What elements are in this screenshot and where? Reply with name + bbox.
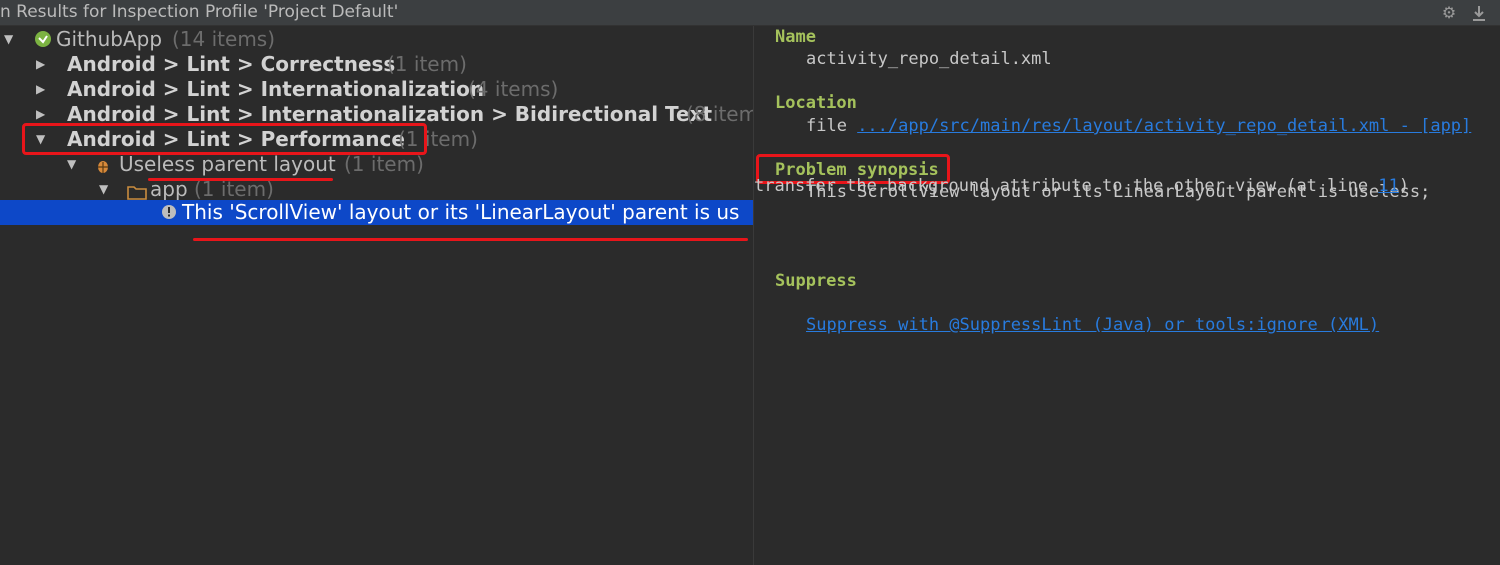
problem-description-overflow: transfer the background attribute to the… <box>754 174 1409 199</box>
category-count: (1 item) <box>387 52 467 76</box>
inspection-title: n Results for Inspection Profile 'Projec… <box>0 2 399 22</box>
location-link[interactable]: .../app/src/main/res/layout/activity_rep… <box>857 116 1471 136</box>
expand-arrow-icon[interactable]: ▶ <box>36 58 48 70</box>
annotation-underline <box>193 238 748 241</box>
name-heading: Name <box>775 27 816 47</box>
root-count: (14 items) <box>172 27 276 51</box>
tree-node-problem-selected[interactable]: This 'ScrollView' layout or its 'LinearL… <box>0 200 753 225</box>
line-suffix: ) <box>1398 176 1410 196</box>
expand-arrow-icon[interactable]: ▼ <box>67 158 79 170</box>
expand-arrow-icon[interactable]: ▶ <box>36 108 48 120</box>
info-icon <box>161 204 177 224</box>
issue-label: Useless parent layout <box>119 152 336 176</box>
root-label: GithubApp <box>56 27 163 51</box>
expand-arrow-icon[interactable]: ▶ <box>36 83 48 95</box>
location-prefix: file <box>806 116 858 136</box>
category-path: Android > Lint > Correctness <box>67 52 396 76</box>
annotation-box <box>22 123 427 155</box>
name-value: activity_repo_detail.xml <box>806 49 1052 69</box>
inspection-toolbar: n Results for Inspection Profile 'Projec… <box>0 0 1500 26</box>
category-count: (4 items) <box>468 77 559 101</box>
annotation-underline <box>148 178 333 181</box>
bug-icon <box>95 155 111 180</box>
location-heading: Location <box>775 93 857 113</box>
expand-arrow-icon[interactable]: ▼ <box>99 183 111 195</box>
category-path: Android > Lint > Internationalization <box>67 77 485 101</box>
category-count: (8 item <box>686 102 753 126</box>
inspection-tree[interactable]: ▼ GithubApp (14 items) ▶ Android > Lint … <box>0 26 753 565</box>
line-link[interactable]: 11 <box>1378 176 1398 196</box>
location-value: file .../app/src/main/res/layout/activit… <box>806 116 1471 136</box>
overflow-text: transfer the background attribute to the… <box>754 176 1379 196</box>
android-icon <box>33 29 53 55</box>
problem-details: Name activity_repo_detail.xml Location f… <box>754 26 1500 565</box>
expand-arrow-icon[interactable]: ▼ <box>4 33 16 45</box>
issue-count: (1 item) <box>344 152 424 176</box>
problem-description: This 'ScrollView' layout or its 'LinearL… <box>182 200 740 224</box>
header-icons: ⚙ <box>1438 0 1490 25</box>
gear-icon[interactable]: ⚙ <box>1438 2 1460 24</box>
download-icon[interactable] <box>1468 2 1490 24</box>
suppress-link[interactable]: Suppress with @SuppressLint (Java) or to… <box>806 315 1379 335</box>
suppress-heading: Suppress <box>775 271 857 291</box>
